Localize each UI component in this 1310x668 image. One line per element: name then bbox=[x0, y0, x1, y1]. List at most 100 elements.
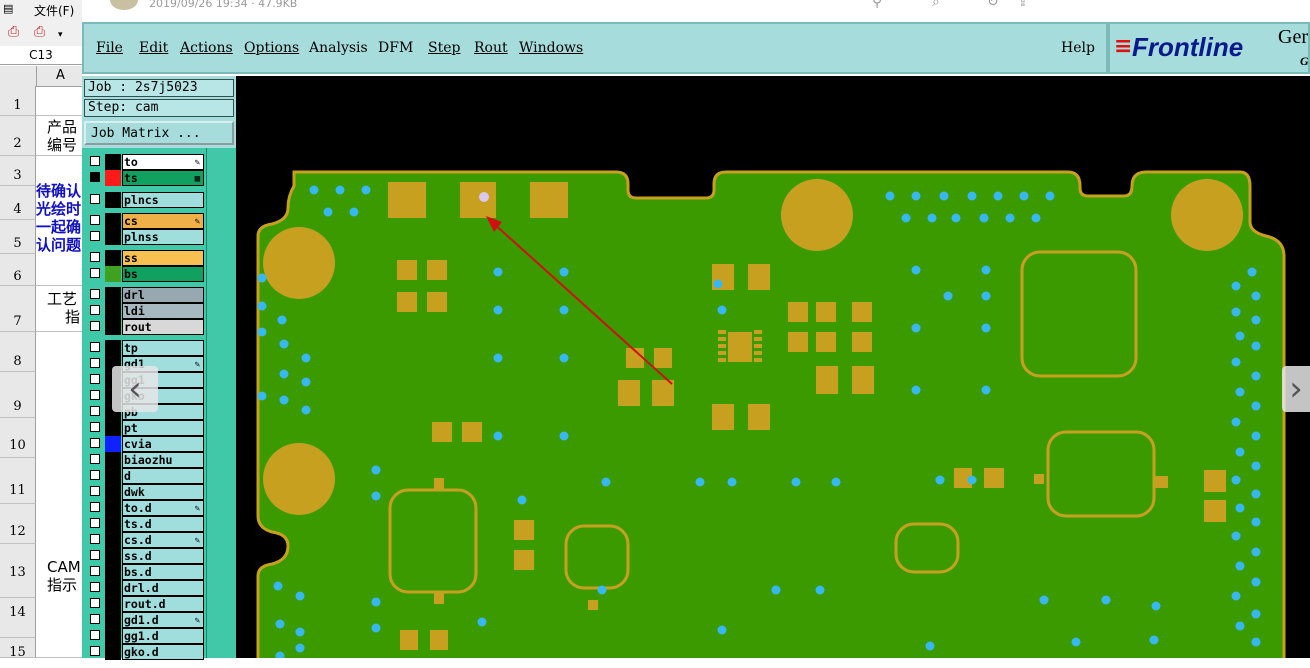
layer-row-pt[interactable]: pt bbox=[88, 420, 206, 436]
layer-color-swatch[interactable] bbox=[105, 532, 121, 548]
layer-color-swatch[interactable] bbox=[105, 596, 121, 612]
row-header-4[interactable]: 4 bbox=[0, 186, 36, 220]
menu-edit[interactable]: Edit bbox=[139, 40, 168, 56]
menu-step[interactable]: Step bbox=[428, 40, 460, 56]
layer-color-swatch[interactable] bbox=[105, 564, 121, 580]
layer-row-ss[interactable]: ss bbox=[88, 250, 206, 266]
layer-color-swatch[interactable] bbox=[105, 303, 121, 319]
layer-row-tp[interactable]: tp bbox=[88, 340, 206, 356]
layer-color-swatch[interactable] bbox=[105, 452, 121, 468]
menu-options[interactable]: Options bbox=[244, 40, 299, 56]
share-icon[interactable]: ⇪ bbox=[1017, 0, 1029, 10]
layer-checkbox[interactable] bbox=[90, 486, 100, 496]
layer-row-ts[interactable]: ts ▦ bbox=[88, 170, 206, 186]
layer-name[interactable]: ldi bbox=[122, 303, 204, 319]
row-header-12[interactable]: 12 bbox=[0, 504, 36, 544]
layer-checkbox[interactable] bbox=[90, 406, 100, 416]
layer-name[interactable]: cs ✎ bbox=[122, 213, 204, 229]
menu-analysis[interactable]: Analysis bbox=[309, 40, 368, 56]
layer-checkbox[interactable] bbox=[90, 215, 100, 225]
excel-menu-file[interactable]: 文件(F) bbox=[34, 2, 74, 19]
zoom-icon[interactable]: ⌕ bbox=[932, 0, 940, 10]
layer-checkbox[interactable] bbox=[90, 390, 100, 400]
cell-a2[interactable]: 产品 编号 bbox=[36, 116, 82, 156]
menu-rout[interactable]: Rout bbox=[474, 40, 508, 56]
menu-file[interactable]: File bbox=[96, 40, 123, 56]
layer-checkbox[interactable] bbox=[90, 172, 100, 182]
layer-row-ts-d[interactable]: ts.d bbox=[88, 516, 206, 532]
layer-color-swatch[interactable] bbox=[105, 580, 121, 596]
layer-color-swatch[interactable] bbox=[105, 287, 121, 303]
layer-color-swatch[interactable] bbox=[105, 436, 121, 452]
cell-a1[interactable] bbox=[36, 86, 82, 116]
layer-checkbox[interactable] bbox=[90, 231, 100, 241]
layer-checkbox[interactable] bbox=[90, 566, 100, 576]
layer-row-ldi[interactable]: ldi bbox=[88, 303, 206, 319]
layer-checkbox[interactable] bbox=[90, 454, 100, 464]
job-matrix-button[interactable]: Job Matrix ... bbox=[84, 121, 234, 145]
layer-row-dwk[interactable]: dwk bbox=[88, 484, 206, 500]
row-header-14[interactable]: 14 bbox=[0, 598, 36, 638]
layer-checkbox[interactable] bbox=[90, 470, 100, 480]
layer-row-gg1-d[interactable]: gg1.d bbox=[88, 628, 206, 644]
layer-color-swatch[interactable] bbox=[105, 468, 121, 484]
layer-checkbox[interactable] bbox=[90, 268, 100, 278]
layer-color-swatch[interactable] bbox=[105, 170, 121, 186]
layer-color-swatch[interactable] bbox=[105, 250, 121, 266]
pdf-icon[interactable]: ⎙ bbox=[8, 24, 19, 40]
layer-row-cvia[interactable]: cvia bbox=[88, 436, 206, 452]
excel-namebox[interactable]: C13 bbox=[0, 46, 82, 65]
row-header-7[interactable]: 7 bbox=[0, 286, 36, 332]
layer-row-bs[interactable]: bs bbox=[88, 266, 206, 282]
layer-name[interactable]: rout bbox=[122, 319, 204, 335]
layer-name[interactable]: ss bbox=[122, 250, 204, 266]
layer-checkbox[interactable] bbox=[90, 289, 100, 299]
layer-checkbox[interactable] bbox=[90, 614, 100, 624]
layer-name[interactable]: to ✎ bbox=[122, 154, 204, 170]
layer-checkbox[interactable] bbox=[90, 438, 100, 448]
row-header-8[interactable]: 8 bbox=[0, 332, 36, 372]
layer-name[interactable]: pt bbox=[122, 420, 204, 436]
layer-row-cs-d[interactable]: cs.d ✎ bbox=[88, 532, 206, 548]
layer-row-drl-d[interactable]: drl.d bbox=[88, 580, 206, 596]
layer-checkbox[interactable] bbox=[90, 358, 100, 368]
layer-checkbox[interactable] bbox=[90, 374, 100, 384]
row-header-15[interactable]: 15 bbox=[0, 638, 36, 660]
layer-name[interactable]: cvia bbox=[122, 436, 204, 452]
layer-row-bs-d[interactable]: bs.d bbox=[88, 564, 206, 580]
row-header-9[interactable]: 9 bbox=[0, 372, 36, 418]
row-header-5[interactable]: 5 bbox=[0, 220, 36, 254]
layer-name[interactable]: gg1.d bbox=[122, 628, 204, 644]
row-header-11[interactable]: 11 bbox=[0, 458, 36, 504]
layer-checkbox[interactable] bbox=[90, 582, 100, 592]
layer-checkbox[interactable] bbox=[90, 646, 100, 656]
layer-color-swatch[interactable] bbox=[105, 266, 121, 282]
layer-row-gd1-d[interactable]: gd1.d ✎ bbox=[88, 612, 206, 628]
rotate-icon[interactable]: ↻ bbox=[987, 0, 999, 10]
layer-name[interactable]: d bbox=[122, 468, 204, 484]
menu-help[interactable]: Help bbox=[1061, 40, 1095, 56]
layer-row-plncs[interactable]: plncs bbox=[88, 192, 206, 208]
row-header-6[interactable]: 6 bbox=[0, 254, 36, 286]
layer-name[interactable]: gd1.d ✎ bbox=[122, 612, 204, 628]
search-icon[interactable]: ⚲ bbox=[872, 0, 882, 10]
layer-name[interactable]: ts.d bbox=[122, 516, 204, 532]
next-image-button[interactable]: › bbox=[1282, 366, 1310, 412]
layer-name[interactable]: ts ▦ bbox=[122, 170, 204, 186]
layer-row-plnss[interactable]: plnss bbox=[88, 229, 206, 245]
cell-a8-a15[interactable]: CAM 指示 bbox=[36, 332, 82, 658]
menu-windows[interactable]: Windows bbox=[519, 40, 583, 56]
layer-color-swatch[interactable] bbox=[105, 154, 121, 170]
layer-name[interactable]: cs.d ✎ bbox=[122, 532, 204, 548]
layer-name[interactable]: plncs bbox=[122, 192, 204, 208]
layer-color-swatch[interactable] bbox=[105, 516, 121, 532]
layer-color-swatch[interactable] bbox=[105, 192, 121, 208]
layer-name[interactable]: biaozhu bbox=[122, 452, 204, 468]
layer-checkbox[interactable] bbox=[90, 342, 100, 352]
layer-color-swatch[interactable] bbox=[105, 612, 121, 628]
cell-a7[interactable]: 工艺 指 bbox=[36, 286, 82, 332]
layer-color-swatch[interactable] bbox=[105, 500, 121, 516]
layer-name[interactable]: rout.d bbox=[122, 596, 204, 612]
layer-checkbox[interactable] bbox=[90, 321, 100, 331]
row-header-3[interactable]: 3 bbox=[0, 156, 36, 186]
